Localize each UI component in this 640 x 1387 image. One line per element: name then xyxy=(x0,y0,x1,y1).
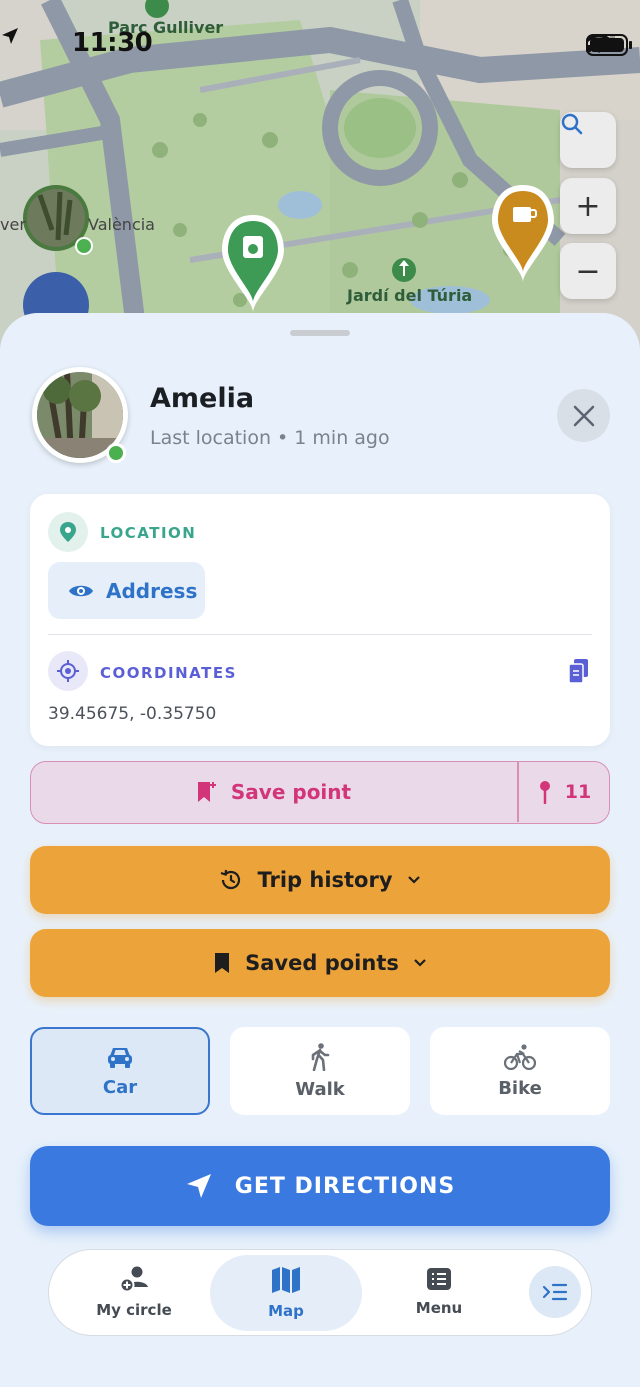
coordinates-label: COORDINATES xyxy=(100,664,237,682)
search-icon xyxy=(561,113,583,135)
map-view[interactable]: Parc Gulliver València ver Jardí del Túr… xyxy=(0,0,640,360)
save-point-button[interactable]: Save point xyxy=(31,762,517,822)
location-arrow-icon xyxy=(2,28,18,44)
mode-bike-button[interactable]: Bike xyxy=(430,1027,610,1115)
map-icon xyxy=(272,1267,300,1293)
trip-history-button[interactable]: Trip history xyxy=(30,846,610,914)
mode-bike-label: Bike xyxy=(498,1077,542,1099)
bookmark-icon xyxy=(215,953,230,973)
nav-map[interactable]: Map xyxy=(210,1255,362,1331)
coordinates-icon-badge xyxy=(48,651,88,691)
map-label-jardi-turia: Jardí del Túria xyxy=(347,286,473,305)
location-card: LOCATION Address COORDINATES 39.45675, -… xyxy=(30,494,610,746)
mode-walk-button[interactable]: Walk xyxy=(230,1027,410,1115)
nav-my-circle[interactable]: My circle xyxy=(89,1250,179,1334)
nav-menu[interactable]: Menu xyxy=(394,1250,484,1334)
get-directions-button[interactable]: GET DIRECTIONS xyxy=(30,1146,610,1226)
get-directions-label: GET DIRECTIONS xyxy=(234,1173,456,1199)
location-icon-badge xyxy=(48,512,88,552)
save-point-bar: Save point 11 xyxy=(30,761,610,824)
address-button[interactable]: Address xyxy=(48,562,205,619)
card-divider xyxy=(48,634,592,635)
map-label-city: València xyxy=(88,215,155,234)
coordinates-value: 39.45675, -0.35750 xyxy=(48,704,217,724)
bike-icon xyxy=(504,1043,536,1070)
map-search-button[interactable] xyxy=(560,112,616,168)
nav-menu-label: Menu xyxy=(415,1299,463,1317)
saved-points-button[interactable]: Saved points xyxy=(30,929,610,997)
mode-walk-label: Walk xyxy=(295,1078,345,1100)
collapse-menu-icon xyxy=(542,1283,568,1301)
location-pin-icon xyxy=(60,522,76,542)
mode-car-button[interactable]: Car xyxy=(30,1027,210,1115)
mode-car-label: Car xyxy=(102,1076,138,1098)
online-status-dot xyxy=(106,443,126,463)
copy-icon[interactable] xyxy=(568,658,590,684)
chevron-down-icon xyxy=(414,959,426,967)
navigation-arrow-icon xyxy=(186,1174,211,1198)
trip-history-label: Trip history xyxy=(257,868,393,892)
nav-map-label: Map xyxy=(268,1302,304,1320)
user-name: Amelia xyxy=(150,383,255,414)
sheet-grabber[interactable] xyxy=(290,330,350,336)
zoom-out-button[interactable]: − xyxy=(560,243,616,299)
menu-toggle-button[interactable] xyxy=(529,1266,581,1318)
status-bar: 11:30 xyxy=(0,26,640,66)
list-icon xyxy=(427,1268,451,1290)
address-button-label: Address xyxy=(106,578,198,603)
close-icon xyxy=(573,405,594,426)
chevron-down-icon xyxy=(407,876,420,884)
add-person-icon xyxy=(119,1266,148,1293)
last-location-time: Last location • 1 min ago xyxy=(150,427,390,449)
crosshair-icon xyxy=(57,660,79,682)
bottom-navigation: My circle Map Menu xyxy=(48,1249,592,1336)
status-time: 11:30 xyxy=(72,28,153,58)
nav-my-circle-label: My circle xyxy=(96,1301,172,1319)
history-icon xyxy=(221,869,241,890)
map-label-fragment: ver xyxy=(0,215,26,234)
close-button[interactable] xyxy=(557,389,610,442)
zoom-in-button[interactable]: + xyxy=(560,178,616,234)
user-detail-sheet: Amelia Last location • 1 min ago LOCATIO… xyxy=(0,313,640,1387)
saved-points-count: 11 xyxy=(564,781,592,803)
battery-icon xyxy=(586,34,632,56)
saved-points-label: Saved points xyxy=(245,951,399,975)
walk-icon xyxy=(311,1042,330,1071)
location-label: LOCATION xyxy=(100,524,197,542)
bookmark-add-icon xyxy=(197,782,216,802)
saved-points-count-button[interactable]: 11 xyxy=(519,762,611,822)
eye-icon xyxy=(69,585,93,596)
car-icon xyxy=(108,1047,132,1068)
pin-icon xyxy=(539,781,550,804)
save-point-label: Save point xyxy=(230,780,352,804)
